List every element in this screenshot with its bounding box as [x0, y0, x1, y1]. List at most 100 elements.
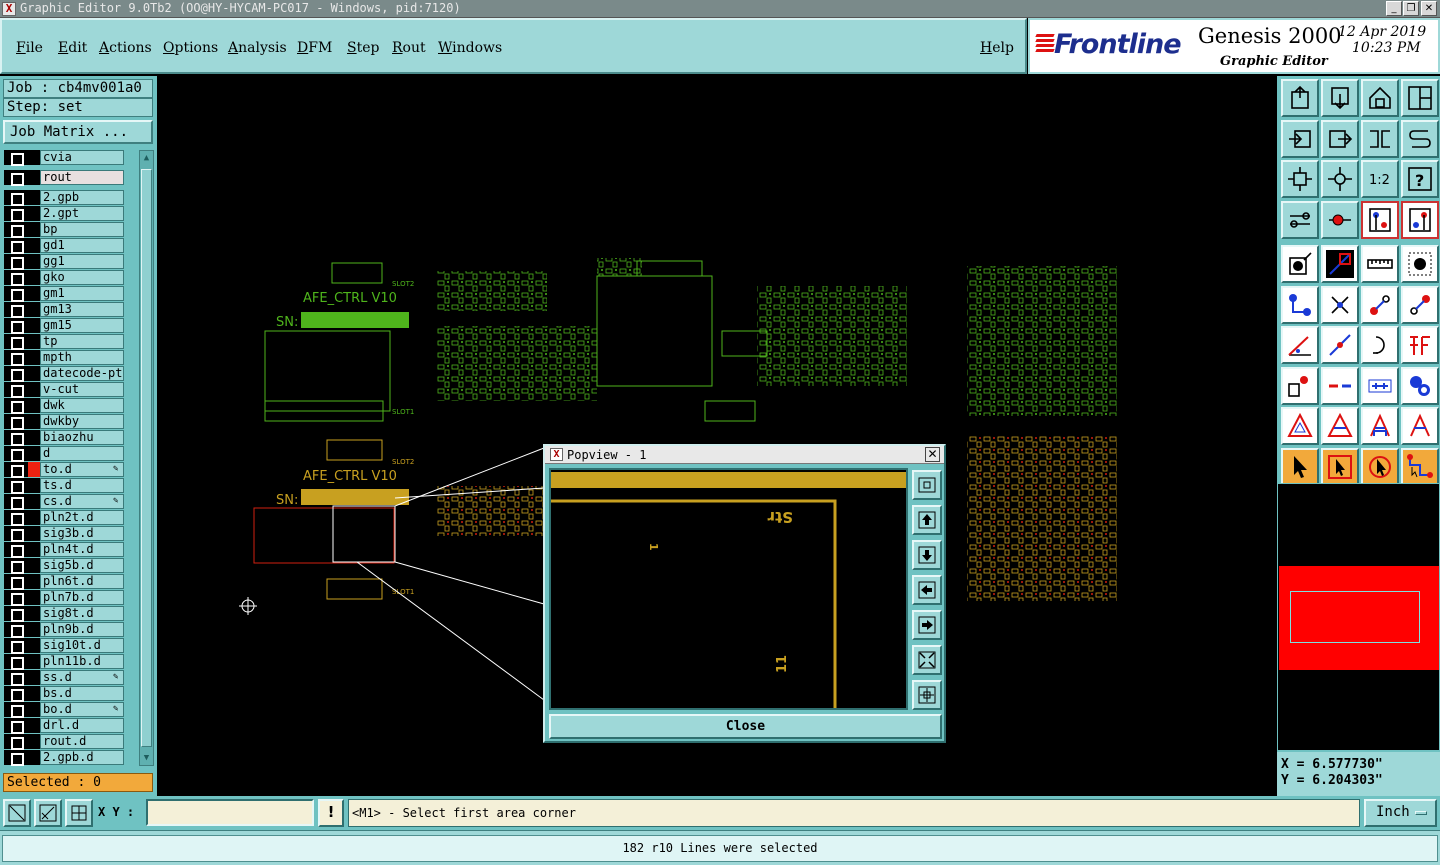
layer-row[interactable]: bp: [3, 222, 137, 238]
layer-color-marker[interactable]: [28, 270, 40, 285]
layer-row[interactable]: drl.d: [3, 718, 137, 734]
layer-name[interactable]: 2.gpt: [40, 206, 124, 221]
grid-button[interactable]: [65, 799, 93, 827]
layer-name[interactable]: pln4t.d: [40, 542, 124, 557]
layer-row[interactable]: to.d ✎: [3, 462, 137, 478]
popview-pan-right-button[interactable]: [912, 610, 942, 640]
layer-checkbox[interactable]: [4, 254, 28, 270]
menu-windows[interactable]: Windows: [438, 40, 502, 56]
layer-name[interactable]: rout: [40, 170, 124, 185]
layer-row[interactable]: cs.d ✎: [3, 494, 137, 510]
layer-color-marker[interactable]: [28, 542, 40, 557]
popview-fit-button[interactable]: [912, 680, 942, 710]
diagonal-line-button[interactable]: [1321, 245, 1359, 283]
group-button[interactable]: [1401, 367, 1439, 405]
line-edit-button[interactable]: [1321, 326, 1359, 364]
job-matrix-button[interactable]: Job Matrix ...: [3, 120, 153, 144]
layer-color-marker[interactable]: [28, 478, 40, 493]
center-button[interactable]: [1321, 160, 1359, 198]
layer-color-marker[interactable]: [28, 398, 40, 413]
home-button[interactable]: [1361, 79, 1399, 117]
netlist-button[interactable]: [1321, 201, 1359, 239]
layer-row[interactable]: gko: [3, 270, 137, 286]
popview-zoom-window-button[interactable]: [912, 470, 942, 500]
layer-color-marker[interactable]: [28, 302, 40, 317]
layer-color-marker[interactable]: [28, 558, 40, 573]
scale-1-2-button[interactable]: 1:2: [1361, 160, 1399, 198]
layer-name[interactable]: v-cut: [40, 382, 124, 397]
triangle-solid-button[interactable]: [1321, 407, 1359, 445]
layer-color-marker[interactable]: [28, 334, 40, 349]
layer-row[interactable]: 2.gpt: [3, 206, 137, 222]
layer-name[interactable]: sig5b.d: [40, 558, 124, 573]
help-button[interactable]: ?: [1401, 160, 1439, 198]
layer-row[interactable]: gm15: [3, 318, 137, 334]
layer-checkbox[interactable]: [4, 574, 28, 590]
pointer-box-button[interactable]: [1321, 448, 1359, 486]
layer-name[interactable]: rout.d: [40, 734, 124, 749]
layer-checkbox[interactable]: [4, 510, 28, 526]
menu-file[interactable]: File: [16, 40, 43, 56]
layer-row[interactable]: v-cut: [3, 382, 137, 398]
layer-checkbox[interactable]: [4, 494, 28, 510]
layer-checkbox[interactable]: [4, 318, 28, 334]
layer-row[interactable]: pln4t.d: [3, 542, 137, 558]
layer-checkbox[interactable]: [4, 430, 28, 446]
layer-checkbox[interactable]: [4, 302, 28, 318]
layer-checkbox[interactable]: [4, 206, 28, 222]
layer-name[interactable]: cvia: [40, 150, 124, 165]
popview-pan-up-button[interactable]: [912, 505, 942, 535]
pad-button[interactable]: [1401, 245, 1439, 283]
layer-color-marker[interactable]: [28, 526, 40, 541]
import-button[interactable]: [1281, 120, 1319, 158]
layer-row[interactable]: pln11b.d: [3, 654, 137, 670]
layer-color-marker[interactable]: [28, 574, 40, 589]
layer-name[interactable]: mpth: [40, 350, 124, 365]
layer-checkbox[interactable]: [4, 286, 28, 302]
layer-name[interactable]: gd1: [40, 238, 124, 253]
layer-color-marker[interactable]: [28, 414, 40, 429]
layer-color-marker[interactable]: [28, 510, 40, 525]
layer-compare-red-button[interactable]: [1401, 201, 1439, 239]
layer-name[interactable]: gko: [40, 270, 124, 285]
triangle-button[interactable]: [1281, 407, 1319, 445]
layer-row[interactable]: bo.d ✎: [3, 702, 137, 718]
ruler-button[interactable]: [1361, 245, 1399, 283]
layer-checkbox[interactable]: [4, 238, 28, 254]
layer-color-marker[interactable]: [28, 622, 40, 637]
layer-name[interactable]: pln2t.d: [40, 510, 124, 525]
layer-name[interactable]: sig10t.d: [40, 638, 124, 653]
layer-name[interactable]: gm15: [40, 318, 124, 333]
menu-step[interactable]: Step: [347, 40, 379, 56]
measure-tool-button[interactable]: [1281, 201, 1319, 239]
s-curve-button[interactable]: [1401, 120, 1439, 158]
layer-color-marker[interactable]: [28, 446, 40, 461]
layer-row[interactable]: bs.d: [3, 686, 137, 702]
layer-checkbox[interactable]: [4, 270, 28, 286]
layer-row[interactable]: rout: [3, 170, 137, 186]
layer-color-marker[interactable]: [28, 222, 40, 237]
layer-name[interactable]: sig8t.d: [40, 606, 124, 621]
layer-row[interactable]: tp: [3, 334, 137, 350]
layer-row[interactable]: sig8t.d: [3, 606, 137, 622]
alert-button[interactable]: !: [318, 799, 344, 827]
cut-line-button[interactable]: [1321, 367, 1359, 405]
layer-checkbox[interactable]: [4, 350, 28, 366]
layer-row[interactable]: mpth: [3, 350, 137, 366]
layer-color-marker[interactable]: [28, 654, 40, 669]
layer-color-marker[interactable]: [28, 206, 40, 221]
layer-checkbox[interactable]: [4, 718, 28, 734]
layer-name[interactable]: sig3b.d: [40, 526, 124, 541]
popview-title-bar[interactable]: X Popview - 1 ✕: [545, 446, 944, 464]
layer-name[interactable]: dwkby: [40, 414, 124, 429]
menu-options[interactable]: Options: [163, 40, 218, 56]
layer-checkbox[interactable]: [4, 150, 28, 166]
angle-button[interactable]: [1281, 326, 1319, 364]
layer-row[interactable]: pln7b.d: [3, 590, 137, 606]
layer-row[interactable]: dwk: [3, 398, 137, 414]
menu-rout[interactable]: Rout: [392, 40, 426, 56]
layer-name[interactable]: gg1: [40, 254, 124, 269]
layer-row[interactable]: rout.d: [3, 734, 137, 750]
layer-name[interactable]: cs.d: [40, 494, 124, 509]
scroll-up-icon[interactable]: ▲: [141, 151, 152, 165]
